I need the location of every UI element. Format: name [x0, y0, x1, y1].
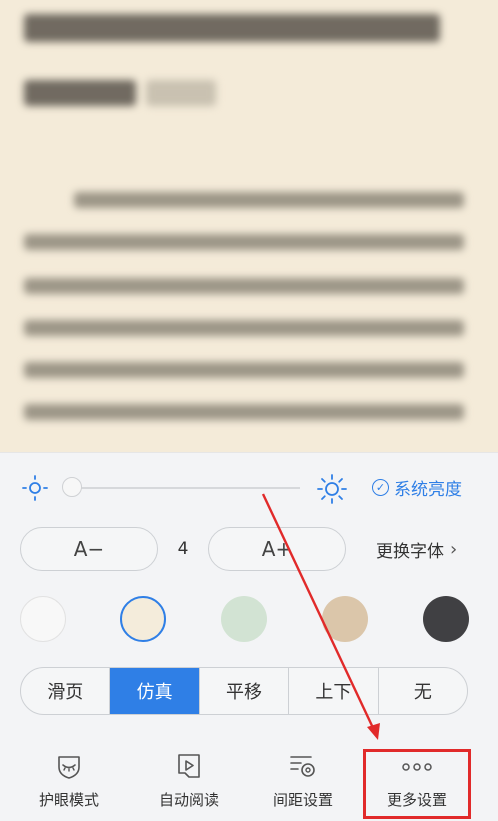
auto-play-book-icon	[174, 749, 204, 783]
font-increase-button[interactable]: A+	[208, 527, 346, 571]
system-brightness-toggle[interactable]: ✓ 系统亮度	[372, 475, 462, 500]
brightness-slider-track[interactable]	[66, 487, 300, 489]
page-turn-mode-none[interactable]: 无	[379, 668, 467, 714]
background-swatch-green[interactable]	[221, 596, 267, 642]
reading-page-background	[0, 0, 498, 452]
spacing-settings-button[interactable]: 间距设置	[248, 749, 358, 815]
eye-protection-button[interactable]: 护眼模式	[14, 749, 124, 815]
brightness-row: ✓ 系统亮度	[0, 469, 498, 505]
auto-read-label: 自动阅读	[158, 791, 219, 809]
background-color-row	[0, 595, 498, 643]
annotation-highlight-box	[363, 749, 471, 819]
eye-protection-label: 护眼模式	[38, 791, 99, 809]
page-turn-mode-vertical[interactable]: 上下	[289, 668, 379, 714]
page-turn-mode-selector: 滑页 仿真 平移 上下 无	[20, 667, 468, 715]
font-size-value: 4	[177, 539, 189, 559]
change-font-button[interactable]: 更换字体 ›	[376, 527, 457, 571]
spacing-settings-label: 间距设置	[272, 791, 333, 809]
system-brightness-label: 系统亮度	[394, 479, 462, 500]
auto-read-button[interactable]: 自动阅读	[134, 749, 244, 815]
chevron-right-icon: ›	[450, 538, 458, 560]
sun-dim-icon	[20, 473, 50, 507]
background-swatch-dark[interactable]	[423, 596, 469, 642]
background-swatch-beige[interactable]	[120, 596, 166, 642]
page-turn-mode-shift[interactable]: 平移	[200, 668, 290, 714]
check-circle-icon: ✓	[372, 478, 389, 496]
page-turn-mode-simulation[interactable]: 仿真	[110, 668, 200, 714]
sun-bright-icon	[316, 473, 348, 509]
eye-shield-icon	[54, 749, 84, 783]
page-turn-mode-slide[interactable]: 滑页	[21, 668, 111, 714]
background-swatch-white[interactable]	[20, 596, 66, 642]
background-swatch-tan[interactable]	[322, 596, 368, 642]
font-size-row: A− 4 A+ 更换字体 ›	[0, 527, 498, 571]
change-font-label: 更换字体	[376, 541, 444, 562]
font-decrease-button[interactable]: A−	[20, 527, 158, 571]
spacing-gear-icon	[286, 749, 320, 783]
brightness-slider-thumb[interactable]	[62, 477, 82, 497]
